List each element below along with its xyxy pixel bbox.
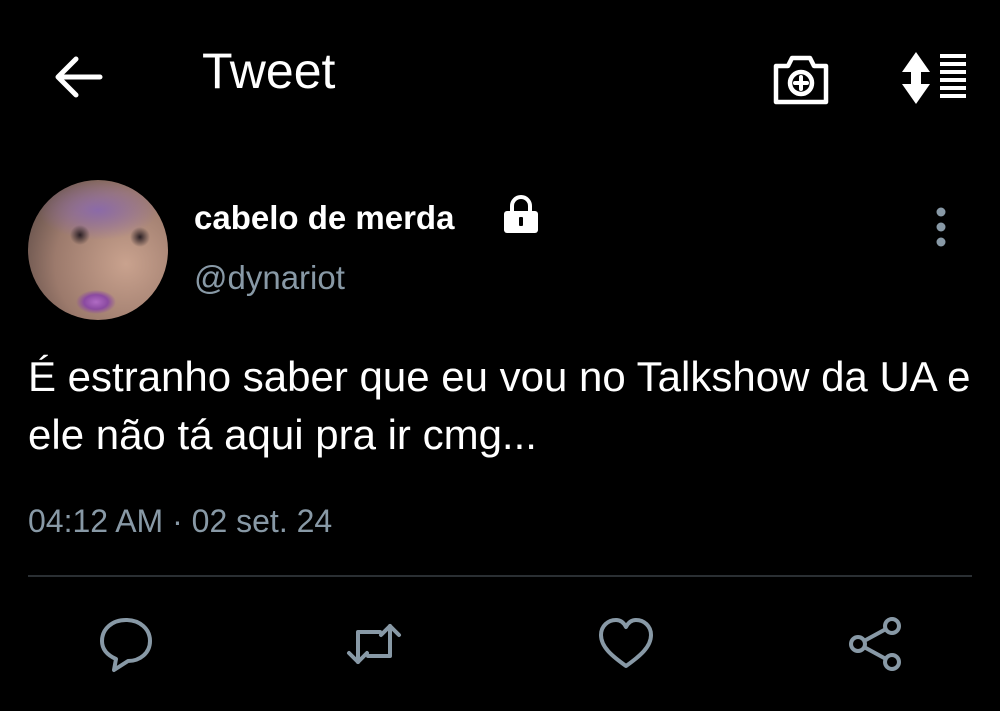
retweet-icon	[347, 624, 401, 664]
arrow-left-icon	[55, 56, 103, 98]
lock-icon	[500, 194, 542, 236]
page-title: Tweet	[202, 43, 336, 99]
tweet-text: É estranho saber que eu vou no Talkshow …	[28, 353, 971, 458]
avatar[interactable]	[28, 180, 168, 320]
back-button[interactable]	[52, 53, 104, 101]
camera-plus-icon	[773, 55, 829, 105]
reply-icon	[100, 618, 152, 672]
author-name[interactable]: cabelo de merda	[194, 199, 454, 236]
camera-button[interactable]	[770, 50, 832, 108]
sort-list-icon	[902, 52, 966, 104]
reply-button[interactable]	[96, 614, 156, 674]
divider	[28, 575, 972, 577]
app-header: Tweet	[0, 0, 1000, 150]
like-button[interactable]	[596, 614, 656, 674]
share-button[interactable]	[846, 614, 906, 674]
heart-icon	[599, 618, 653, 668]
sort-button[interactable]	[896, 50, 972, 106]
more-options-button[interactable]	[928, 205, 954, 249]
author-handle[interactable]: @dynariot	[194, 259, 345, 296]
tweet-timestamp: 04:12 AM · 02 set. 24	[28, 503, 333, 539]
retweet-button[interactable]	[344, 614, 404, 674]
more-vertical-icon	[936, 207, 946, 247]
share-icon	[849, 617, 901, 671]
